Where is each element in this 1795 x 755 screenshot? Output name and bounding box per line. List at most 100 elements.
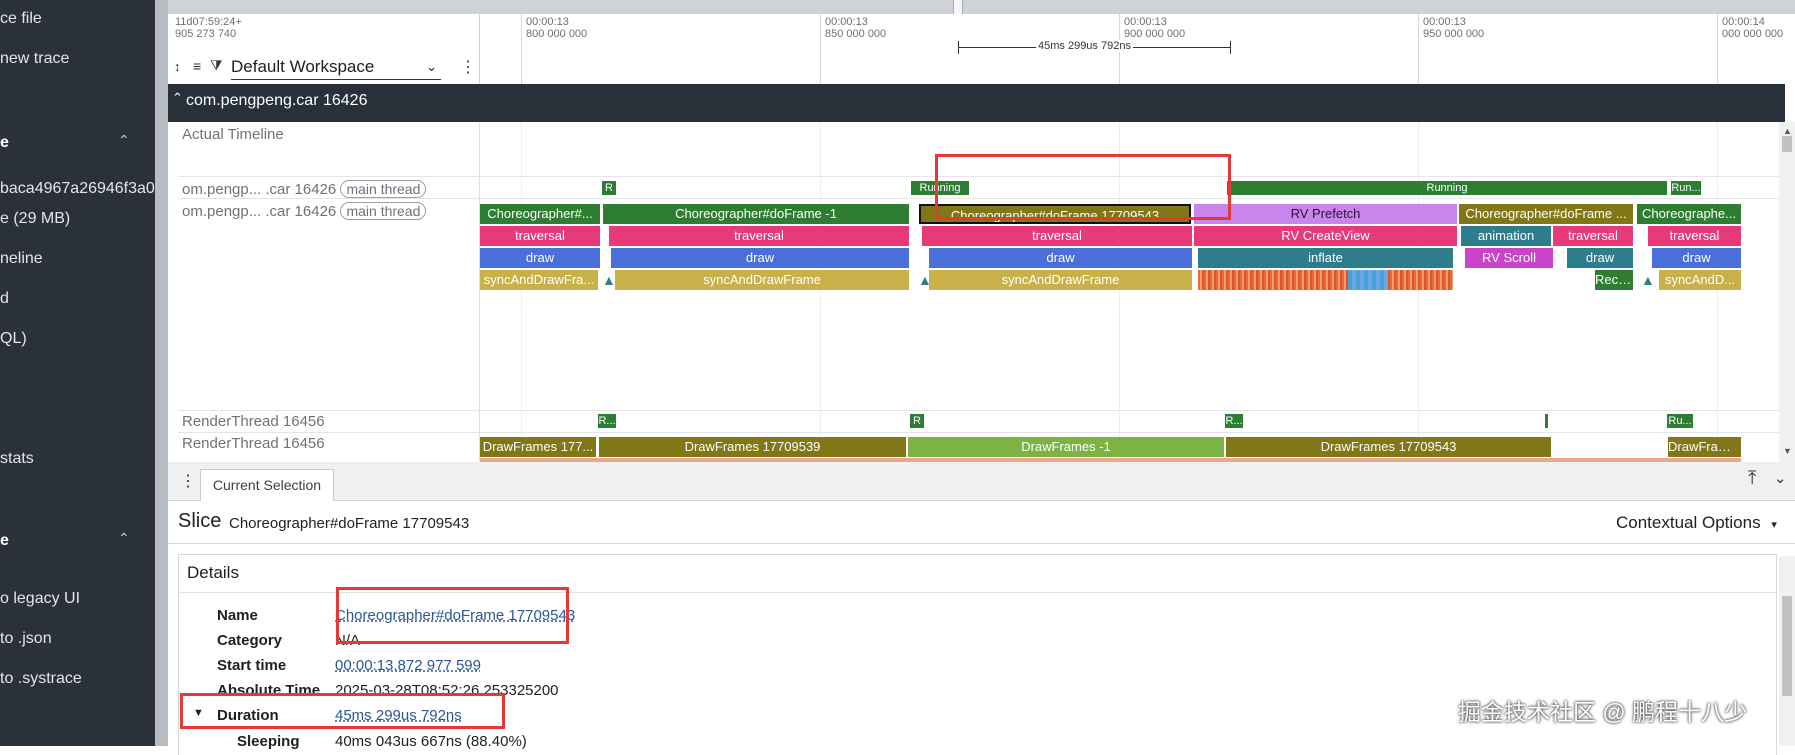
sidebar-item-record[interactable]: d — [0, 290, 9, 308]
drag-handle-icon[interactable]: ⋮ — [180, 471, 196, 491]
detail-key-sleeping: Sleeping — [237, 733, 300, 750]
sidebar-item-query-sql[interactable]: QL) — [0, 330, 27, 348]
filter-icon[interactable]: ⧩ — [210, 57, 223, 74]
slice-traversal[interactable]: traversal — [609, 226, 909, 246]
slice-syncanddrawframe[interactable]: syncAndDrawFrame — [929, 270, 1192, 290]
main-thread-badge: main thread — [340, 180, 427, 198]
process-track-header[interactable]: ⌃ com.pengpeng.car 16426 — [168, 84, 1785, 122]
track-label-main-state[interactable]: om.pengp... .car 16426 main thread — [182, 180, 427, 198]
thread-state-runnable[interactable]: R... — [598, 414, 616, 428]
sidebar-item-convert-json[interactable]: to .json — [0, 630, 52, 648]
sort-icon[interactable]: ≡ — [193, 58, 201, 74]
details-heading: Details — [187, 563, 239, 582]
slice-draw[interactable]: draw — [1567, 248, 1633, 268]
flow-arrow-icon[interactable]: ▲ — [602, 272, 616, 288]
slice-cluster[interactable] — [1198, 270, 1453, 290]
track-label-main-slices[interactable]: om.pengp... .car 16426 main thread — [182, 202, 427, 220]
thread-state-running[interactable]: Running — [1227, 181, 1667, 195]
thread-state-running[interactable]: Ru... — [1667, 414, 1693, 428]
sidebar-item-open-trace-file[interactable]: ce file — [0, 10, 42, 28]
track-label-render-slices[interactable]: RenderThread 16456 — [182, 435, 325, 452]
sidebar-item-timeline[interactable]: neline — [0, 250, 43, 268]
sidebar-section-convert: e — [0, 532, 9, 549]
slice-rv-scroll[interactable]: RV Scroll — [1465, 248, 1553, 268]
flow-arrow-icon[interactable]: ▲ — [1641, 272, 1655, 288]
panel-tab-bar: ⋮ Current Selection ⤒ ⌄ — [168, 462, 1795, 501]
detail-value-start-time[interactable]: 00:00:13.872 977 599 — [335, 657, 481, 674]
sidebar: ce file new trace e ⌃ baca4967a26946f3a0… — [0, 0, 160, 746]
sidebar-item-new-trace[interactable]: new trace — [0, 50, 69, 68]
slice-traversal[interactable]: traversal — [1648, 226, 1741, 246]
slice-animation[interactable]: animation — [1461, 226, 1551, 246]
slice-choreographer[interactable]: Choreographe... — [1637, 204, 1741, 224]
more-vert-icon[interactable]: ⋮ — [460, 57, 476, 77]
slice-inflate[interactable]: inflate — [1198, 248, 1453, 268]
chevron-up-icon[interactable]: ⌃ — [172, 90, 183, 106]
panel-scrollbar[interactable] — [1779, 556, 1795, 746]
overview-handle[interactable] — [953, 0, 963, 14]
sidebar-item-trace-id[interactable]: baca4967a26946f3a0 — [0, 180, 155, 198]
track-area[interactable]: Actual Timeline om.pengp... .car 16426 m… — [178, 122, 1785, 462]
dropdown-caret-icon: ▾ — [1771, 519, 1777, 531]
slice-syncanddrawframe[interactable]: syncAndD... — [1659, 270, 1741, 290]
chevron-up-icon[interactable]: ⌃ — [118, 530, 130, 547]
slice-choreographer[interactable]: Choreographer#doFrame -1 — [603, 204, 909, 224]
slice-rv-createview[interactable]: RV CreateView — [1194, 226, 1457, 246]
ruler-tick-label: 00:00:13 950 000 000 — [1423, 16, 1485, 40]
maximize-panel-icon[interactable]: ⤒ — [1748, 468, 1756, 490]
overview-timeline[interactable] — [168, 0, 1795, 14]
collapse-panel-icon[interactable]: ⌄ — [1774, 469, 1787, 487]
contextual-options-button[interactable]: Contextual Options ▾ — [1616, 513, 1777, 533]
thread-state-runnable[interactable]: R... — [1225, 414, 1243, 428]
slice-draw[interactable]: draw — [611, 248, 909, 268]
ruler-tick-label: 00:00:13 900 000 000 — [1124, 16, 1186, 40]
slice-draw[interactable]: draw — [1652, 248, 1741, 268]
flow-arrow-icon[interactable]: ▲ — [918, 272, 932, 288]
detail-key-name: Name — [217, 607, 258, 624]
slice-syncanddrawframe[interactable]: syncAndDrawFrame — [615, 270, 909, 290]
slice-record-view[interactable]: Record V... — [1595, 270, 1633, 290]
sidebar-item-legacy-ui[interactable]: o legacy UI — [0, 590, 80, 608]
workspace-label: Default Workspace — [231, 57, 375, 76]
scroll-up-icon[interactable]: ▲ — [1783, 126, 1792, 136]
scroll-thumb[interactable] — [1782, 136, 1792, 152]
sidebar-scrollbar[interactable] — [155, 0, 168, 746]
detail-value-sleeping: 40ms 043us 667ns (88.40%) — [335, 733, 527, 750]
chevron-up-icon[interactable]: ⌃ — [118, 132, 130, 149]
slice-drawframes[interactable]: DrawFrames 177... — [480, 437, 596, 457]
ruler-origin: 11d07:59:24+ 905 273 740 — [175, 16, 242, 40]
measure-label: 45ms 299us 792ns — [1036, 40, 1133, 52]
watermark: 掘金技术社区 @ 鹏程十八少 — [1458, 699, 1748, 725]
slice-draw[interactable]: draw — [929, 248, 1192, 268]
slice-traversal[interactable]: traversal — [480, 226, 600, 246]
track-label-render-state[interactable]: RenderThread 16456 — [182, 413, 325, 430]
slice-drawframes[interactable]: DrawFrames 17709543 — [1226, 437, 1551, 457]
thread-state-runnable[interactable]: R — [602, 181, 616, 195]
highlight-box — [935, 154, 1231, 220]
workspace-select[interactable]: Default Workspace ⌄ — [231, 55, 441, 80]
collapse-all-icon[interactable]: ↕ — [174, 59, 181, 74]
sidebar-item-stats[interactable]: stats — [0, 450, 34, 468]
process-title: com.pengpeng.car 16426 — [186, 92, 368, 109]
detail-key-start-time: Start time — [217, 657, 287, 674]
scroll-thumb[interactable] — [1782, 596, 1792, 696]
track-label-actual-timeline[interactable]: Actual Timeline — [182, 126, 284, 143]
slice-drawframes[interactable]: DrawFrames 17709539 — [599, 437, 906, 457]
slice-choreographer[interactable]: Choreographer#... — [480, 204, 600, 224]
slice-rv-prefetch[interactable]: RV Prefetch — [1194, 204, 1457, 224]
slice-drawframes[interactable]: DrawFrames -1 — [908, 437, 1224, 457]
thread-state-runnable[interactable]: R — [910, 414, 924, 428]
slice-drawframes[interactable]: DrawFrames 17... — [1668, 437, 1741, 457]
slice-draw[interactable]: draw — [480, 248, 600, 268]
thread-state-running[interactable]: Run... — [1671, 181, 1701, 195]
sidebar-item-convert-systrace[interactable]: to .systrace — [0, 670, 82, 688]
slice-choreographer[interactable]: Choreographer#doFrame ... — [1459, 204, 1633, 224]
time-ruler: 11d07:59:24+ 905 273 740 00:00:13 800 00… — [168, 14, 1785, 84]
slice-traversal[interactable]: traversal — [922, 226, 1192, 246]
chevron-down-icon: ⌄ — [426, 59, 437, 74]
slice-syncanddrawframe[interactable]: syncAndDrawFra... — [480, 270, 598, 290]
track-scrollbar[interactable]: ▲ ▼ — [1779, 122, 1795, 462]
slice-traversal[interactable]: traversal — [1553, 226, 1633, 246]
tab-current-selection[interactable]: Current Selection — [200, 469, 334, 501]
scroll-down-icon[interactable]: ▼ — [1783, 446, 1792, 456]
